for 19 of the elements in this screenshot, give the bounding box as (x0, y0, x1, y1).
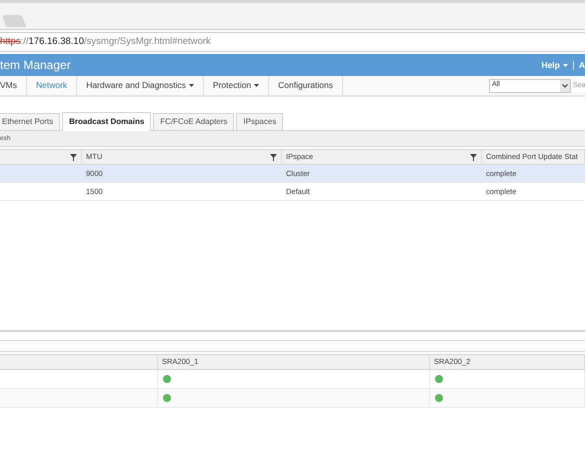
nav-item[interactable]: Hardware and Diagnostics (77, 76, 204, 95)
tab[interactable]: Ethernet Ports (0, 113, 60, 130)
url-host: 176.16.38.10 (28, 34, 84, 49)
tab[interactable]: FC/FCoE Adapters (153, 113, 234, 130)
nav-item[interactable]: Configurations (269, 76, 343, 95)
tab[interactable]: IPspaces (236, 113, 284, 130)
app-title: tem Manager (0, 57, 71, 74)
caret-icon (562, 64, 568, 66)
url-separator: :// (20, 34, 29, 49)
filter-icon[interactable] (470, 154, 477, 160)
nav-item[interactable]: VMs (0, 76, 27, 95)
tab[interactable]: Broadcast Domains (62, 112, 152, 131)
address-bar[interactable]: https://176.16.38.10/sysmgr/SysMgr.html#network (0, 32, 585, 52)
url-path: /sysmgr/SysMgr.html#network (84, 34, 211, 49)
filter-icon[interactable] (70, 154, 77, 160)
nav-item[interactable]: Protection (204, 76, 270, 95)
url-scheme: https (0, 34, 21, 49)
dropdown-icon (560, 80, 570, 92)
filter-icon[interactable] (270, 154, 277, 160)
